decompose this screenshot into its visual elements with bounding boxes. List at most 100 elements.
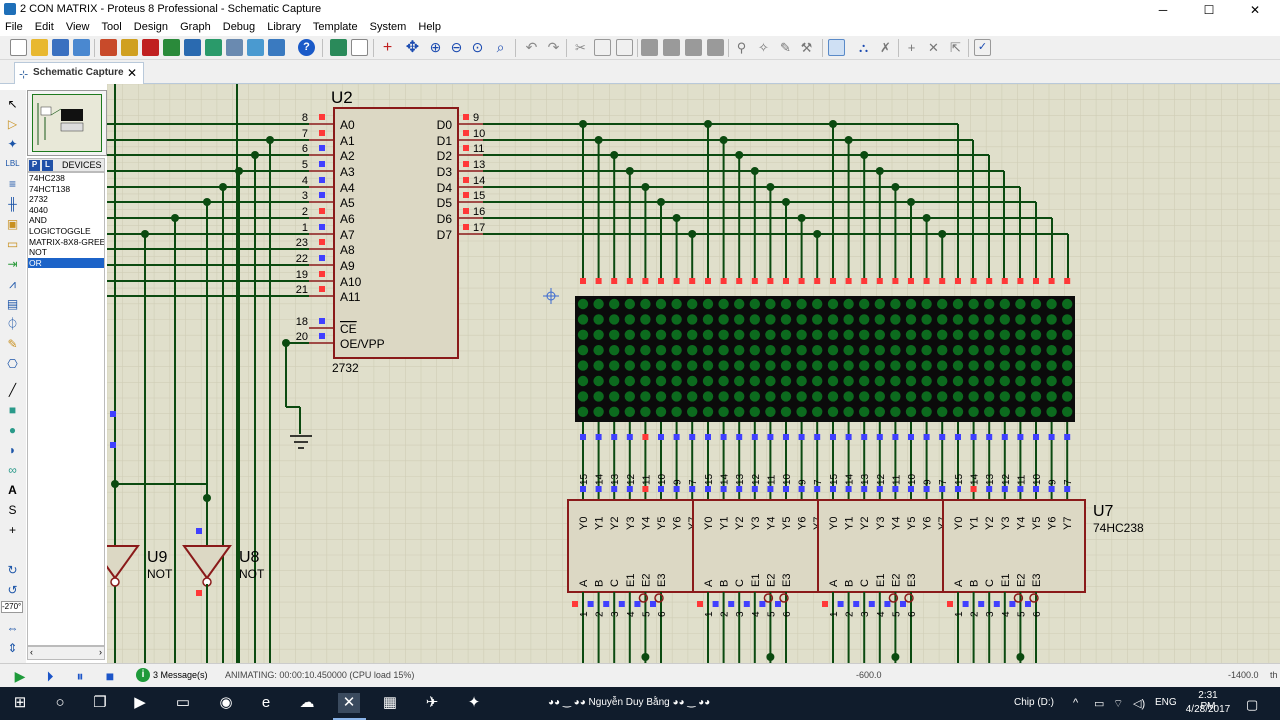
menu-library[interactable]: Library [262,20,305,33]
open-folder-icon[interactable] [31,39,48,56]
buses-icon[interactable]: ╫ [4,196,21,212]
scroll-right-icon[interactable]: › [99,647,102,657]
block-rotate-icon[interactable] [685,39,702,56]
overview-viewport[interactable] [32,94,102,152]
menu-file[interactable]: File [0,20,27,33]
source-code-icon[interactable] [247,39,264,56]
messages-icon[interactable]: i [136,668,150,682]
message-count[interactable]: 3 Message(s) [153,670,208,680]
device-list-scrollbar[interactable]: ‹ › [27,646,105,660]
junction-dot-icon[interactable]: ✦ [4,136,21,152]
graph-mode-icon[interactable]: ⩘ [4,276,21,292]
generator-icon[interactable]: ⏀ [4,316,21,332]
clock-date[interactable]: 4/28/2017 [1183,704,1233,715]
menu-view[interactable]: View [61,20,94,33]
zoom-all-icon[interactable]: ⊙ [469,39,486,56]
tab-schematic-capture[interactable]: ⊹ Schematic Capture ✕ [14,62,144,84]
tab-close-icon[interactable]: ✕ [127,66,137,80]
mirror-horizontal-icon[interactable]: ⇔ [4,620,21,636]
proteus-taskbar-icon[interactable]: ✕ [338,693,360,713]
rotate-clockwise-icon[interactable]: ↻ [4,562,21,578]
box-icon[interactable]: ■ [4,402,21,418]
notifications-icon[interactable]: ▢ [1246,697,1258,713]
play-icon[interactable]: ▶ [12,668,28,684]
arc-icon[interactable]: ◗ [4,442,21,458]
device-list-item[interactable]: 2732 [28,194,104,205]
calculator-icon[interactable]: ▦ [379,693,401,713]
copy-icon[interactable] [594,39,611,56]
device-list-item[interactable]: MATRIX-8X8-GREEN [28,237,104,248]
property-assignment-icon[interactable]: ✗ [877,39,894,56]
menu-edit[interactable]: Edit [30,20,58,33]
exit-to-parent-icon[interactable]: ⇱ [947,39,964,56]
language-indicator[interactable]: ENG [1155,697,1177,708]
3d-icon[interactable] [163,39,180,56]
component-mode-icon[interactable]: ▷ [4,116,21,132]
file-explorer-icon[interactable]: ▭ [172,693,194,713]
chrome-icon[interactable]: ◉ [215,693,237,713]
new-sheet-icon[interactable]: + [903,39,920,56]
text-icon[interactable]: A [4,482,21,498]
text-script-icon[interactable]: ≡ [4,176,21,192]
device-list-item[interactable]: AND [28,215,104,226]
device-list-item-selected[interactable]: OR [28,257,104,269]
maximize-icon[interactable]: ☐ [1186,0,1232,20]
subcircuit-icon[interactable]: ▣ [4,216,21,232]
gerber-icon[interactable] [184,39,201,56]
menu-debug[interactable]: Debug [218,20,259,33]
device-list-item[interactable]: NOT [28,247,104,258]
zoom-area-icon[interactable]: ⌕ [492,39,509,56]
zoom-out-icon[interactable]: ⊖ [448,39,465,56]
device-list-item[interactable]: 74HC238 [28,173,104,184]
mirror-vertical-icon[interactable]: ⇕ [4,640,21,656]
pick-device-icon[interactable]: ⚲ [733,39,750,56]
menu-graph[interactable]: Graph [175,20,215,33]
rotate-anticlockwise-icon[interactable]: ↺ [4,582,21,598]
save-all-icon[interactable] [73,39,90,56]
pan-icon[interactable]: ✥ [404,39,421,56]
remove-sheet-icon[interactable]: ✕ [925,39,942,56]
menu-tool[interactable]: Tool [97,20,126,33]
device-pins-icon[interactable]: ⇥ [4,256,21,272]
battery-icon[interactable]: ▭ [1094,697,1104,710]
zalo-icon[interactable]: ☁ [296,693,318,713]
device-list-item[interactable]: 4040 [28,205,104,216]
virtual-instruments-icon[interactable]: ⎔ [4,356,21,372]
windows-start-icon[interactable]: ⊞ [9,693,31,713]
tray-chevron-icon[interactable]: ^ [1073,697,1078,709]
circle-icon[interactable]: ● [4,422,21,438]
schematic-canvas[interactable]: U2 2732 8 A0 7 A1 6 A2 5 A3 4 A4 3 A5 2 A6 1 A7 23 A8 22 A9 19… [107,84,1280,663]
block-delete-icon[interactable] [707,39,724,56]
bom-icon[interactable] [226,39,243,56]
wire-label-icon[interactable]: LBL [4,156,21,172]
step-icon[interactable]: ⏵ [42,668,58,684]
line-icon[interactable]: ╱ [4,382,21,398]
network-icon[interactable]: ⌔ [1113,697,1123,711]
task-view-icon[interactable]: ❐ [89,693,111,713]
media-player-icon[interactable]: ▶ [129,693,151,713]
volume-icon[interactable]: ◁) [1133,697,1145,710]
overview-window[interactable] [27,90,107,156]
cut-icon[interactable]: ✂ [572,39,589,56]
save-icon[interactable] [52,39,69,56]
grid-icon[interactable] [351,39,368,56]
rotation-angle-field[interactable]: -270° [1,601,23,613]
tape-recorder-icon[interactable]: ▤ [4,296,21,312]
voltage-probe-icon[interactable]: ✎ [4,336,21,352]
paste-icon[interactable] [616,39,633,56]
menu-help[interactable]: Help [413,20,445,33]
pcb-icon[interactable] [142,39,159,56]
menu-design[interactable]: Design [129,20,172,33]
close-icon[interactable]: ✕ [1232,0,1278,20]
marker-icon[interactable]: + [4,522,21,538]
decompose-icon[interactable]: ⚒ [798,39,815,56]
scroll-left-icon[interactable]: ‹ [30,647,33,657]
refresh-icon[interactable] [330,39,347,56]
menu-template[interactable]: Template [308,20,362,33]
app-icon[interactable]: ✦ [463,693,485,713]
make-device-icon[interactable]: ✧ [755,39,772,56]
library-manager-button[interactable]: L [42,160,53,171]
design-explorer-icon[interactable] [205,39,222,56]
pick-devices-button[interactable]: P [29,160,40,171]
new-file-icon[interactable] [10,39,27,56]
